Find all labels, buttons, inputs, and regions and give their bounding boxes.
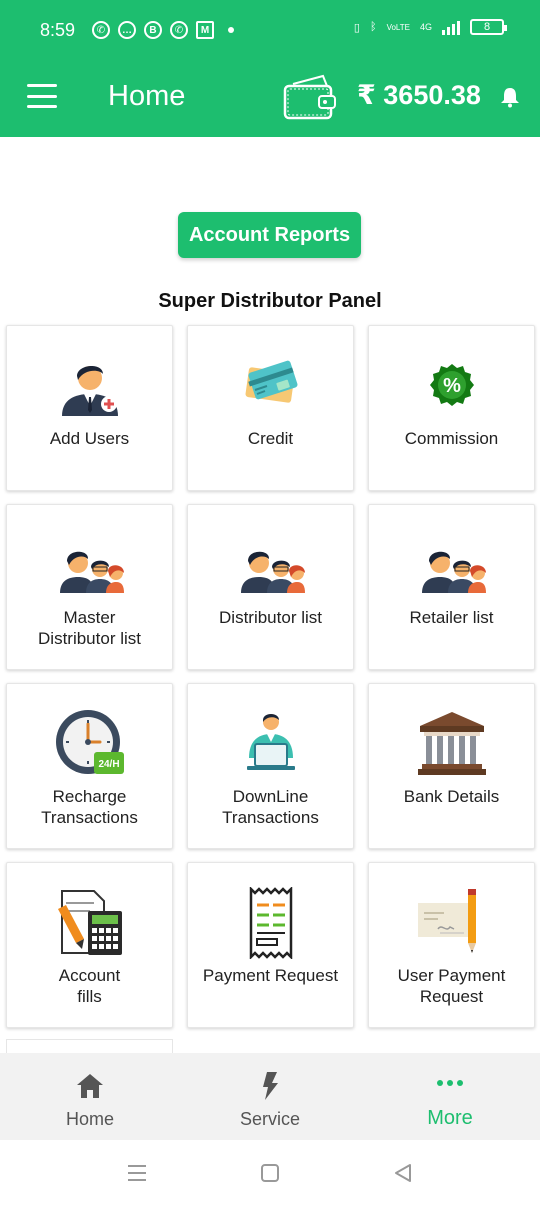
card-add-users[interactable]: Add Users (6, 325, 173, 491)
home-system-icon[interactable] (259, 1162, 281, 1184)
panel-title: Super Distributor Panel (158, 290, 382, 312)
receipt-icon (249, 887, 292, 959)
user-group-icon (59, 535, 124, 595)
notification-icons: ✆ … B ✆ M (92, 21, 234, 39)
wallet-icon[interactable] (283, 72, 339, 120)
status-bar: 8:59 ✆ … B ✆ M ▯ ᛒ VoLTE 4G 8 (0, 0, 540, 62)
signal-icon (442, 19, 460, 35)
nav-label-home: Home (65, 1109, 114, 1129)
person-laptop-icon (246, 714, 295, 770)
battery-icon: 8 (470, 19, 507, 35)
menu-grid: Add Users Credit % Commission Master Dis… (6, 325, 535, 1028)
nav-more[interactable]: More (360, 1053, 540, 1140)
whatsapp-icon: ✆ (92, 21, 110, 39)
wallet-balance: ₹ 3650.38 (357, 80, 481, 110)
card-retailer-list[interactable]: Retailer list (368, 504, 535, 670)
nav-service[interactable]: Service (180, 1053, 360, 1140)
card-credit[interactable]: Credit (187, 325, 354, 491)
card-label: Retailer list (409, 608, 494, 627)
card-label: User Payment Request (397, 966, 506, 1006)
more-dots-icon (437, 1080, 463, 1086)
card-label: Master Distributor list (38, 608, 141, 648)
chat-icon: … (118, 21, 136, 39)
nav-label-service: Service (239, 1109, 301, 1129)
more-notifications-dot (228, 27, 234, 33)
card-user-payment-request[interactable]: User Payment Request (368, 862, 535, 1028)
bell-icon[interactable] (499, 86, 521, 108)
user-group-icon (240, 535, 305, 595)
percent-badge-icon: % (429, 364, 474, 406)
add-user-icon (61, 365, 118, 416)
card-label: Account fills (58, 966, 121, 1006)
calculator-document-icon (57, 890, 122, 955)
nav-home[interactable]: Home (0, 1053, 180, 1140)
status-right-icons: ▯ ᛒ VoLTE 4G 8 (353, 19, 507, 35)
volte-icon: VoLTE (386, 22, 410, 32)
card-label: Payment Request (202, 966, 339, 985)
card-label: DownLine Transactions (222, 787, 319, 827)
svg-text:%: % (443, 375, 461, 397)
network-type-icon: 4G (419, 22, 432, 32)
card-label: Distributor list (219, 608, 322, 627)
nav-label-more: More (427, 1107, 473, 1129)
app-header: 8:59 ✆ … B ✆ M ▯ ᛒ VoLTE 4G 8 Home ₹ 365… (0, 0, 540, 137)
card-label: Recharge Transactions (41, 787, 138, 827)
card-label: Bank Details (403, 787, 500, 806)
clock-24h-icon: 24/H (55, 710, 124, 774)
bank-icon (417, 712, 486, 775)
card-label: Commission (404, 429, 499, 448)
home-icon (77, 1074, 103, 1098)
page-title: Home (108, 80, 186, 112)
whatsapp-business-icon: ✆ (170, 21, 188, 39)
card-master-distributor-list[interactable]: Master Distributor list (6, 504, 173, 670)
system-nav-bar (0, 1140, 540, 1206)
card-downline-transactions[interactable]: DownLine Transactions (187, 683, 354, 849)
credit-card-icon (245, 360, 297, 403)
recent-apps-icon[interactable] (126, 1162, 148, 1184)
business-icon: B (144, 21, 162, 39)
card-commission[interactable]: % Commission (368, 325, 535, 491)
card-payment-request[interactable]: Payment Request (187, 862, 354, 1028)
status-time: 8:59 (40, 20, 76, 40)
account-reports-button[interactable]: Account Reports (178, 212, 361, 258)
card-label: Add Users (49, 429, 130, 448)
svg-text:24/H: 24/H (98, 759, 119, 770)
gmail-icon: M (196, 21, 214, 39)
battery-level: 8 (483, 21, 491, 33)
vibrate-icon: ▯ (353, 21, 360, 34)
bluetooth-icon: ᛒ (369, 21, 377, 33)
card-distributor-list[interactable]: Distributor list (187, 504, 354, 670)
hamburger-menu-icon[interactable] (27, 84, 57, 108)
back-icon[interactable] (392, 1162, 414, 1184)
card-bank-details[interactable]: Bank Details (368, 683, 535, 849)
bottom-nav: Home Service More (0, 1053, 540, 1140)
card-account-fills[interactable]: Account fills (6, 862, 173, 1028)
lightning-icon (263, 1072, 278, 1100)
card-label: Credit (247, 429, 294, 448)
user-group-icon (421, 535, 486, 595)
cheque-pencil-icon (417, 889, 476, 953)
card-recharge-transactions[interactable]: 24/H Recharge Transactions (6, 683, 173, 849)
